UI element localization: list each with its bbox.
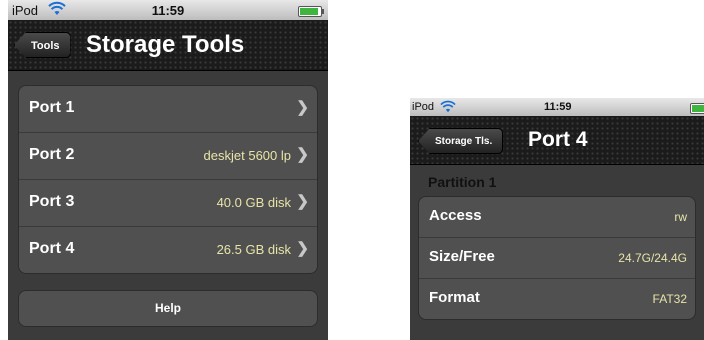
detail-row-format: Format FAT32: [419, 279, 695, 319]
detail-label: Size/Free: [429, 248, 495, 265]
port-value: 26.5 GB disk: [216, 242, 291, 257]
back-button-storage-tools[interactable]: Storage Tls.: [418, 128, 504, 154]
partition-details-list: Access rw Size/Free 24.7G/24.4G Format F…: [418, 196, 696, 320]
chevron-right-icon: ❯: [296, 99, 309, 116]
port-row-3[interactable]: Port 3 40.0 GB disk ❯: [19, 180, 317, 227]
page-title: Storage Tools: [86, 31, 245, 58]
port-row-4[interactable]: Port 4 26.5 GB disk ❯: [19, 227, 317, 273]
port-row-2[interactable]: Port 2 deskjet 5600 lp ❯: [19, 133, 317, 180]
port-label: Port 3: [29, 193, 75, 210]
port-label: Port 4: [29, 240, 75, 257]
detail-row-access: Access rw: [419, 197, 695, 238]
help-button[interactable]: Help: [18, 290, 318, 327]
storage-tools-screen: iPod 11:59 Tools Storage Tools Port 1 ❯ …: [8, 0, 328, 340]
status-bar: iPod 11:59: [8, 0, 328, 20]
clock: 11:59: [151, 3, 185, 18]
port-value: deskjet 5600 lp: [203, 148, 291, 163]
detail-label: Access: [429, 207, 482, 224]
detail-value: 24.7G/24.4G: [618, 251, 687, 265]
back-button-tools[interactable]: Tools: [14, 32, 71, 58]
battery-icon: [298, 6, 324, 17]
chevron-right-icon: ❯: [296, 240, 309, 257]
detail-label: Format: [429, 289, 480, 306]
port-label: Port 1: [29, 99, 75, 116]
section-header-partition: Partition 1: [428, 174, 497, 190]
battery-icon: [690, 103, 704, 114]
clock: 11:59: [544, 101, 572, 113]
port-detail-screen: iPod 11:59 Storage Tls. Port 4 Partition…: [410, 98, 704, 340]
chevron-right-icon: ❯: [296, 193, 309, 210]
page-title: Port 4: [528, 128, 588, 151]
port-row-1[interactable]: Port 1 ❯: [19, 86, 317, 133]
detail-value: FAT32: [652, 292, 687, 306]
carrier-label: iPod: [412, 101, 435, 113]
port-value: 40.0 GB disk: [216, 195, 291, 210]
navigation-bar: Storage Tls. Port 4: [410, 116, 704, 165]
port-label: Port 2: [29, 146, 75, 163]
ports-list: Port 1 ❯ Port 2 deskjet 5600 lp ❯ Port 3…: [18, 85, 318, 274]
navigation-bar: Tools Storage Tools: [8, 20, 328, 71]
status-bar: iPod 11:59: [410, 98, 704, 116]
detail-row-size-free: Size/Free 24.7G/24.4G: [419, 238, 695, 279]
chevron-right-icon: ❯: [296, 146, 309, 163]
detail-value: rw: [674, 210, 687, 224]
wifi-icon: [440, 100, 456, 117]
